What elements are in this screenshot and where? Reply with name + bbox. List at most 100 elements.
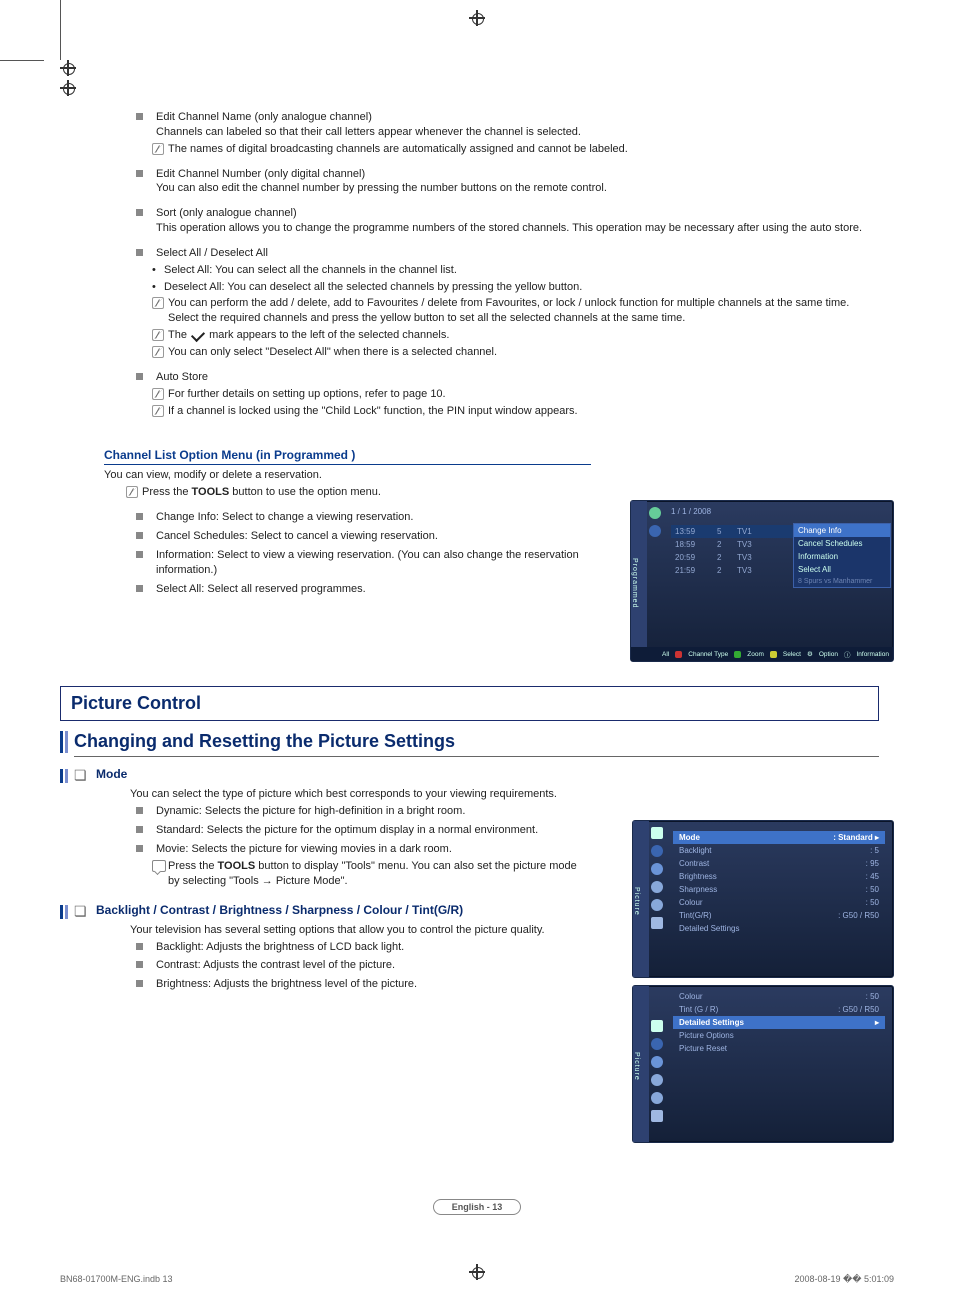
k: Backlight (679, 846, 711, 855)
square-bullet-icon (136, 807, 143, 814)
cell: 2 (717, 540, 727, 549)
k: Tint (G / R) (679, 1005, 718, 1014)
v: : 5 (870, 846, 879, 855)
note-text: For further details on setting up option… (168, 388, 446, 400)
osd-picture-2: Picture Colour: 50 Tint (G / R): G50 / R… (632, 985, 894, 1143)
cell: 2 (717, 553, 727, 562)
heart-icon (649, 507, 661, 519)
app-icon (651, 1110, 663, 1122)
check-icon (191, 328, 205, 342)
gear-icon (651, 881, 663, 893)
sub-text: Select All: You can select all the chann… (164, 264, 457, 276)
tools-tip-icon (152, 860, 166, 872)
list-item[interactable]: Tint(G/R): G50 / R50 (673, 909, 885, 922)
foot-label: Zoom (747, 651, 764, 658)
item-select-all-reserv: Select All: Select all reserved programm… (130, 582, 591, 597)
input-icon (651, 899, 663, 911)
square-bullet-icon (136, 249, 143, 256)
note: Press the TOOLS button to use the option… (104, 485, 591, 500)
note-icon (152, 405, 164, 417)
q-icon: ❏ (74, 903, 88, 920)
list-item[interactable]: Detailed Settings (673, 922, 885, 935)
list-item[interactable]: Mode : Standard ▸ (673, 831, 885, 844)
item-text: Information: Select to view a viewing re… (156, 549, 579, 576)
k: Mode (679, 833, 700, 842)
list-item[interactable]: Colour: 50 (673, 990, 885, 1003)
v: : Standard ▸ (833, 833, 879, 842)
tools-label: TOOLS (218, 860, 256, 872)
list-item[interactable]: Picture Options (673, 1029, 885, 1042)
item-text: Brightness: Adjusts the brightness level… (156, 978, 417, 990)
list-item[interactable]: Tint (G / R): G50 / R50 (673, 1003, 885, 1016)
item-title: Edit Channel Name (only analogue channel… (156, 111, 372, 123)
antenna-icon (651, 1056, 663, 1068)
osd-tab: Picture (633, 986, 649, 1142)
osd-programmed: Programmed 1 / 1 / 2008 13:595TV1 18:592… (630, 500, 894, 662)
item-cancel-schedules: Cancel Schedules: Select to cancel a vie… (130, 529, 591, 544)
bcbs-desc: Your television has several setting opti… (130, 924, 591, 936)
v: : 95 (866, 859, 879, 868)
list-item[interactable]: Colour: 50 (673, 896, 885, 909)
item-title: Select All / Deselect All (156, 247, 268, 259)
green-chip-icon (734, 651, 741, 658)
item-text: Contrast: Adjusts the contrast level of … (156, 959, 395, 971)
osd-popup: Change Info Cancel Schedules Information… (793, 523, 891, 588)
foot-label: All (662, 651, 669, 658)
osd-footer: All Channel Type Zoom Select ⚙Option ⓘIn… (631, 647, 893, 661)
popup-item-dim: 8 Spurs vs Manhammer (794, 576, 890, 587)
q-icon: ❏ (74, 767, 88, 784)
speaker-icon (651, 1038, 663, 1050)
foot-label: Option (819, 651, 838, 658)
cell: TV3 (737, 540, 767, 549)
red-chip-icon (675, 651, 682, 658)
list-item[interactable]: Detailed Settings▸ (673, 1016, 885, 1029)
list-item[interactable]: Backlight : 5 (673, 844, 885, 857)
square-bullet-icon (136, 845, 143, 852)
list-item[interactable]: Brightness: 45 (673, 870, 885, 883)
note-text-a: Press the (142, 486, 192, 498)
osd-listing: Mode : Standard ▸ Backlight : 5 Contrast: … (673, 831, 885, 935)
cell: TV3 (737, 566, 767, 575)
mode-heading: ❏ Mode (60, 767, 591, 784)
changing-title: Changing and Resetting the Picture Setti… (74, 731, 879, 757)
list-item[interactable]: Sharpness: 50 (673, 883, 885, 896)
item-text: Change Info: Select to change a viewing … (156, 511, 413, 523)
tip-a: Press the (168, 860, 218, 872)
square-bullet-icon (136, 209, 143, 216)
foot-label: Information (856, 651, 889, 658)
item-desc: You can also edit the channel number by … (156, 182, 607, 194)
foot-label: Select (783, 651, 801, 658)
note-text: The names of digital broadcasting channe… (168, 143, 628, 155)
popup-item[interactable]: Change Info (794, 524, 890, 537)
display-icon (651, 1020, 663, 1032)
list-item[interactable]: Picture Reset (673, 1042, 885, 1055)
registration-mark-icon (60, 80, 104, 100)
list-item[interactable]: Contrast: 95 (673, 857, 885, 870)
item-desc: This operation allows you to change the … (156, 222, 862, 234)
item-select-all: Select All / Deselect All (130, 246, 879, 261)
item-desc: Channels can labeled so that their call … (156, 126, 581, 138)
foot-label: Channel Type (688, 651, 728, 658)
note: If a channel is locked using the "Child … (130, 404, 879, 419)
popup-item[interactable]: Cancel Schedules (794, 537, 890, 550)
k: Sharpness (679, 885, 717, 894)
note-text-a: The (168, 329, 190, 341)
k: Colour (679, 992, 703, 1001)
osd-date: 1 / 1 / 2008 (671, 507, 711, 516)
k: Detailed Settings (679, 924, 739, 933)
popup-item[interactable]: Select All (794, 563, 890, 576)
note-text-c: button to use the option menu. (229, 486, 381, 498)
cell: 2 (717, 566, 727, 575)
input-icon (651, 1092, 663, 1104)
v: : 45 (866, 872, 879, 881)
osd-picture-1: Picture Mode: Standard ▸ Backlight: 5 Co… (632, 820, 894, 978)
square-bullet-icon (136, 585, 143, 592)
item-backlight: Backlight: Adjusts the brightness of LCD… (130, 940, 591, 955)
note-text: You can only select "Deselect All" when … (168, 346, 497, 358)
square-bullet-icon (136, 532, 143, 539)
item-brightness: Brightness: Adjusts the brightness level… (130, 977, 591, 992)
cell: TV1 (737, 527, 767, 536)
popup-item[interactable]: Information (794, 550, 890, 563)
item-dynamic: Dynamic: Selects the picture for high-de… (130, 804, 591, 819)
heading-bars-icon (60, 731, 68, 753)
